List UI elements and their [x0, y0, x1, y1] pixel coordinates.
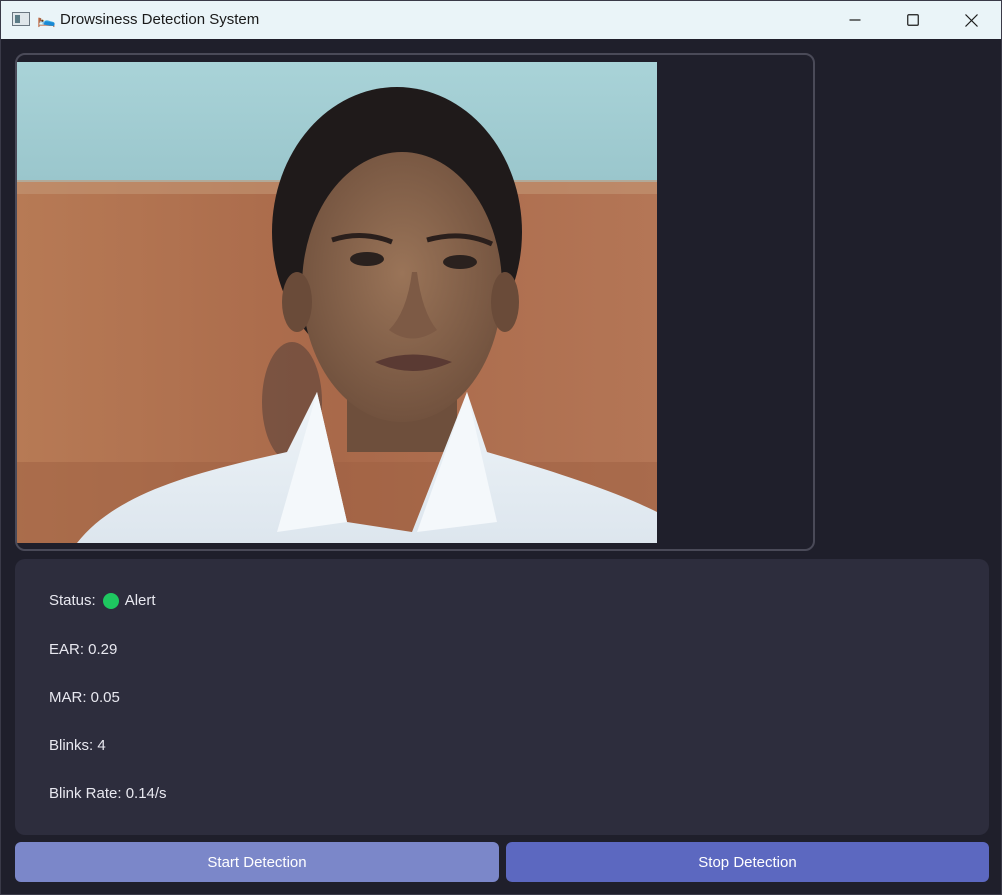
minimize-button[interactable] [826, 1, 884, 39]
close-icon [964, 13, 978, 27]
video-frame [15, 53, 815, 551]
bed-icon: 🛌 [37, 11, 56, 28]
blinks-count: Blinks: 4 [49, 737, 106, 754]
stop-detection-button[interactable]: Stop Detection [506, 842, 989, 882]
close-button[interactable] [942, 1, 1000, 39]
camera-feed [17, 62, 657, 543]
window-app-icon [12, 12, 30, 26]
app-window: 🛌 Drowsiness Detection System Status: Al… [0, 0, 1002, 895]
status-row: Status: Alert [49, 591, 156, 611]
title-bar[interactable]: 🛌 Drowsiness Detection System [1, 1, 1001, 39]
status-value: Alert [124, 592, 156, 609]
main-content: Status: Alert EAR: 0.29 MAR: 0.05 Blinks… [1, 39, 1001, 894]
status-indicator-icon [102, 593, 119, 609]
start-detection-button[interactable]: Start Detection [15, 842, 499, 882]
window-title: Drowsiness Detection System [60, 11, 260, 28]
status-label: Status: [49, 592, 96, 609]
mar-value: MAR: 0.05 [49, 689, 120, 706]
blink-rate: Blink Rate: 0.14/s [49, 785, 167, 802]
ear-value: EAR: 0.29 [49, 641, 118, 658]
minimize-icon [849, 19, 861, 21]
stats-panel: Status: Alert EAR: 0.29 MAR: 0.05 Blinks… [15, 559, 989, 835]
maximize-icon [907, 14, 919, 26]
maximize-button[interactable] [884, 1, 942, 39]
